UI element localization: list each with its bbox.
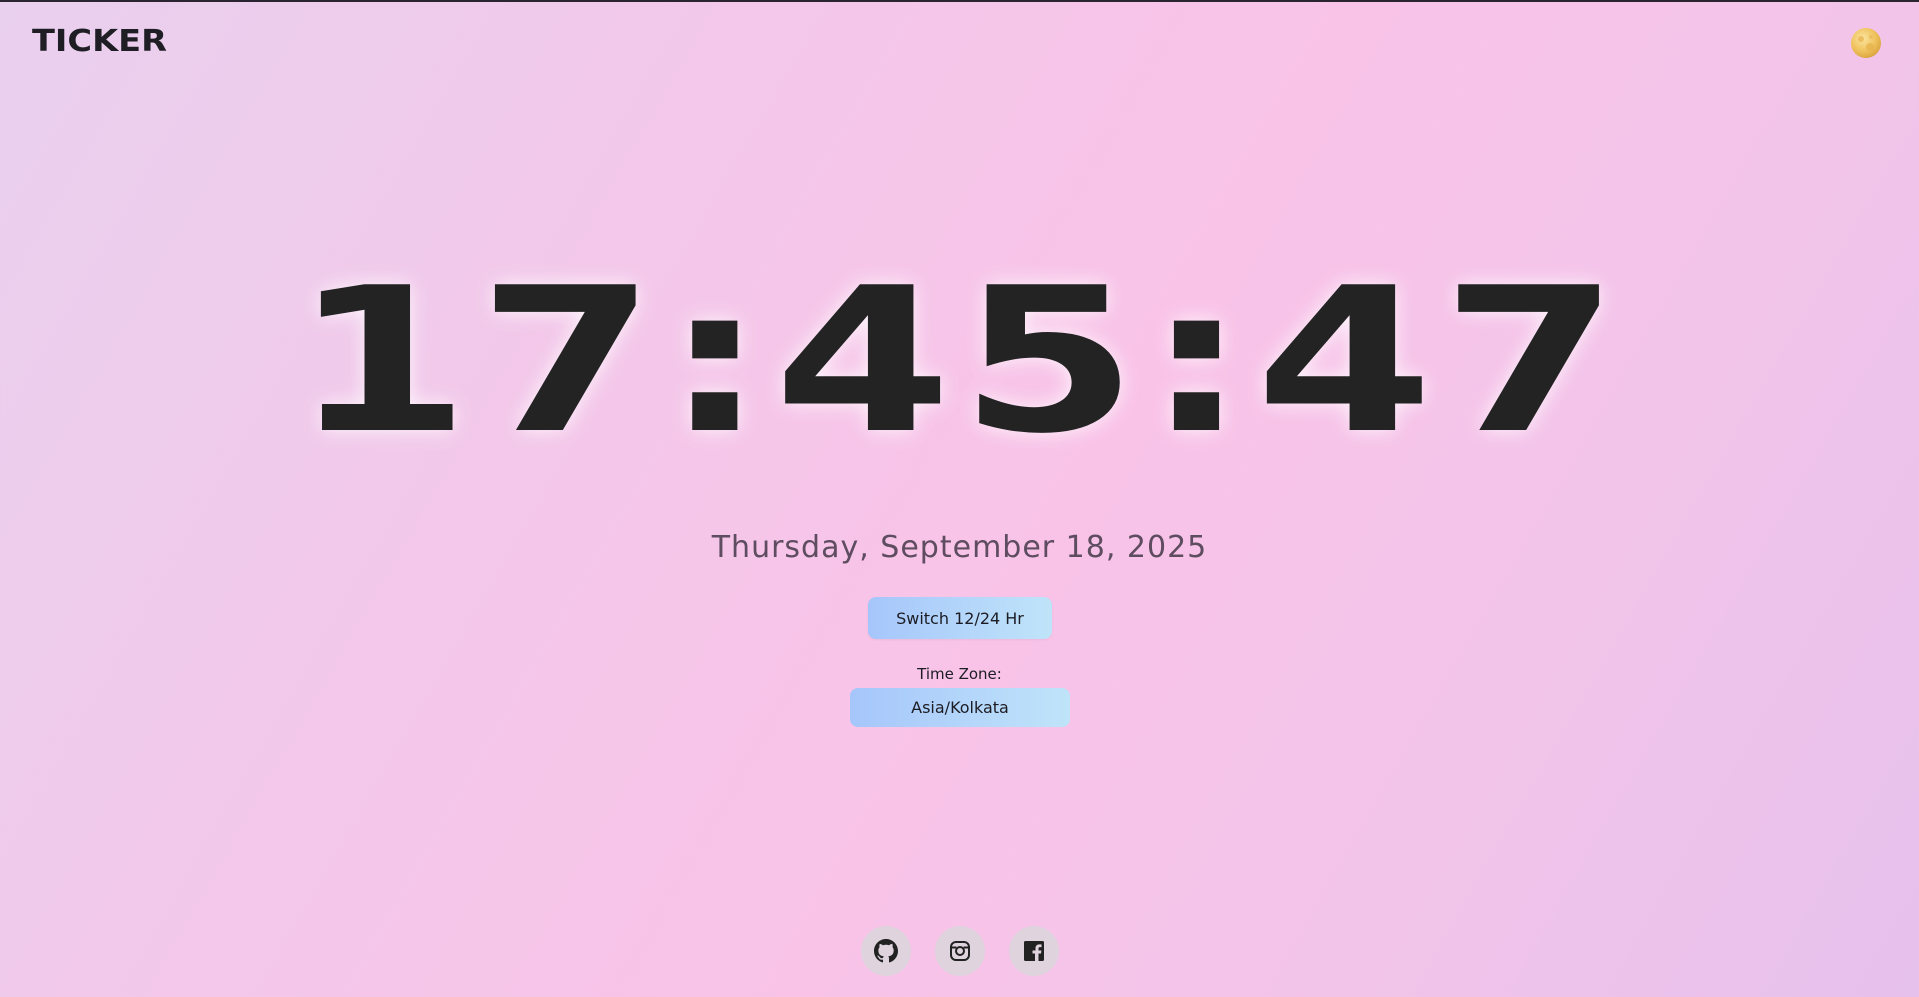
clock-time: 17:45:47 — [292, 245, 1627, 478]
app-logo[interactable]: TICKER — [32, 24, 167, 59]
instagram-icon — [948, 939, 972, 963]
timezone-value: Asia/Kolkata — [911, 698, 1009, 717]
github-icon — [874, 939, 898, 963]
facebook-link[interactable] — [1009, 926, 1059, 976]
clock-date: Thursday, September 18, 2025 — [711, 530, 1208, 565]
timezone-select[interactable]: Asia/Kolkata — [850, 688, 1070, 727]
moon-icon — [1850, 27, 1882, 59]
timezone-label: Time Zone: — [917, 665, 1002, 683]
github-link[interactable] — [861, 926, 911, 976]
instagram-link[interactable] — [935, 926, 985, 976]
top-border — [0, 0, 1919, 2]
theme-toggle-button[interactable] — [1850, 27, 1882, 59]
switch-12-24-button[interactable]: Switch 12/24 Hr — [868, 597, 1052, 639]
facebook-icon — [1022, 939, 1046, 963]
